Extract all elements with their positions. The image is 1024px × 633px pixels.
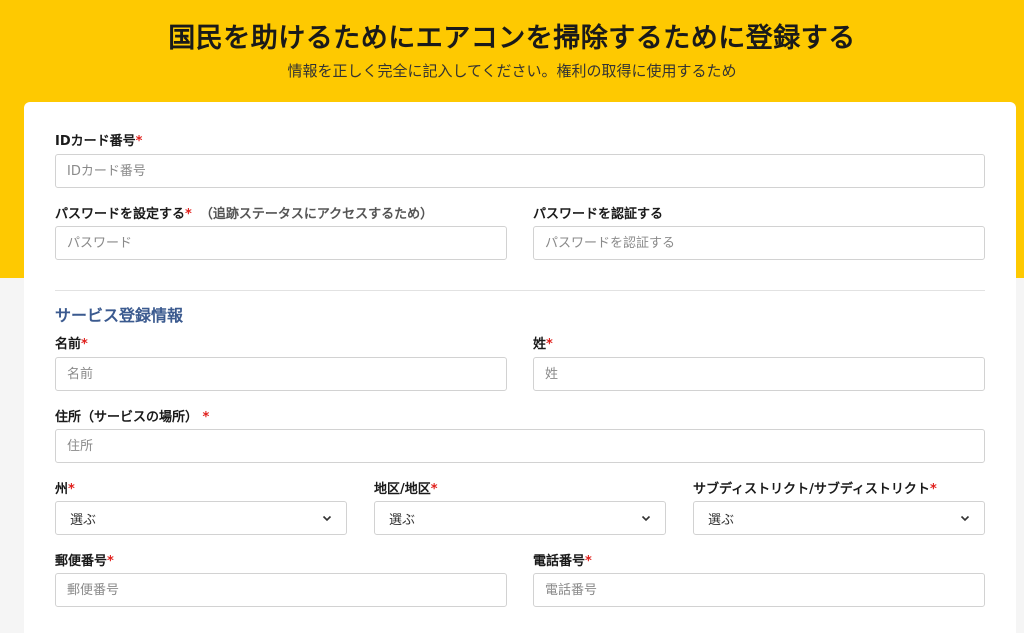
state-select[interactable]: 選ぶ (55, 501, 347, 535)
chevron-down-icon (960, 515, 970, 522)
district-label-text: 地区/地区 (374, 482, 431, 497)
required-mark: * (202, 410, 210, 425)
id-card-label: IDカード番号* (55, 130, 142, 149)
subdistrict-select[interactable]: 選ぶ (693, 501, 985, 535)
subdistrict-label: サブディストリクト/サブディストリクト* (693, 478, 937, 497)
district-select[interactable]: 選ぶ (374, 501, 666, 535)
required-mark: * (185, 207, 192, 222)
postal-code-input[interactable] (55, 573, 507, 607)
page-subtitle: 情報を正しく完全に記入してください。権利の取得に使用するため (287, 62, 737, 80)
required-mark: * (81, 337, 88, 352)
password-label: パスワードを設定する* （追跡ステータスにアクセスするため） (55, 203, 433, 222)
required-mark: * (68, 482, 75, 497)
postal-code-label: 郵便番号* (55, 550, 114, 569)
state-label: 州* (55, 478, 75, 497)
confirm-password-input[interactable] (533, 226, 985, 260)
chevron-down-icon (322, 515, 332, 522)
first-name-label-text: 名前 (55, 337, 82, 352)
required-mark: * (107, 554, 114, 569)
required-mark: * (546, 337, 553, 352)
last-name-input[interactable] (533, 357, 985, 391)
password-note: （追跡ステータスにアクセスするため） (199, 207, 434, 222)
required-mark: * (430, 482, 438, 497)
first-name-input[interactable] (55, 357, 507, 391)
postal-code-label-text: 郵便番号 (55, 554, 108, 569)
phone-label-text: 電話番号 (533, 554, 586, 569)
state-select-value: 選ぶ (70, 512, 97, 528)
chevron-down-icon (641, 515, 651, 522)
last-name-label-text: 姓 (533, 337, 547, 352)
subdistrict-label-text: サブディストリクト/サブディストリクト (693, 482, 930, 497)
subdistrict-select-value: 選ぶ (708, 512, 735, 528)
district-label: 地区/地区* (374, 478, 438, 497)
last-name-label: 姓* (533, 333, 553, 352)
id-card-label-text: IDカード番号 (55, 134, 136, 149)
password-label-text: パスワードを設定する (55, 207, 186, 222)
required-mark: * (135, 134, 143, 149)
confirm-password-label: パスワードを認証する (533, 203, 663, 222)
page-title: 国民を助けるためにエアコンを掃除するために登録する (168, 23, 856, 54)
first-name-label: 名前* (55, 333, 88, 352)
phone-input[interactable] (533, 573, 985, 607)
password-input[interactable] (55, 226, 507, 260)
district-select-value: 選ぶ (389, 512, 416, 528)
section-divider (55, 290, 985, 291)
address-input[interactable] (55, 429, 985, 463)
phone-label: 電話番号* (533, 550, 592, 569)
registration-form: IDカード番号* パスワードを設定する*（追跡ステータスにアクセスするため） パ… (24, 102, 1016, 633)
confirm-password-label-text: パスワードを認証する (533, 207, 664, 222)
service-section-title: サービス登録情報 (55, 306, 184, 325)
address-label: 住所（サービスの場所） * (55, 406, 209, 425)
state-label-text: 州 (55, 482, 69, 497)
id-card-input[interactable] (55, 154, 985, 188)
required-mark: * (929, 482, 937, 497)
address-label-text: 住所（サービスの場所） (55, 410, 199, 425)
required-mark: * (585, 554, 592, 569)
